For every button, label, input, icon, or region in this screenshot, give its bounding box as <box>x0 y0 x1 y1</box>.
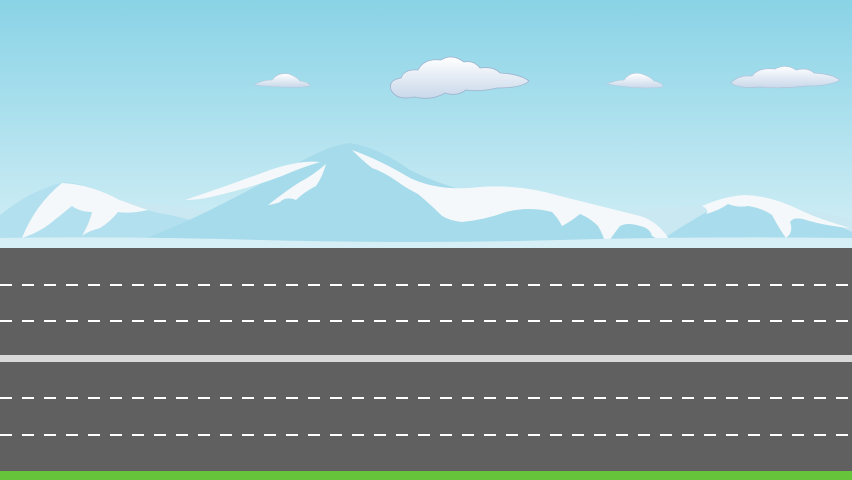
road-lower <box>0 362 852 471</box>
road-landscape-scene <box>0 0 852 480</box>
road-median <box>0 355 852 362</box>
road-upper <box>0 248 852 355</box>
grass-strip <box>0 471 852 480</box>
scene-svg <box>0 0 852 480</box>
